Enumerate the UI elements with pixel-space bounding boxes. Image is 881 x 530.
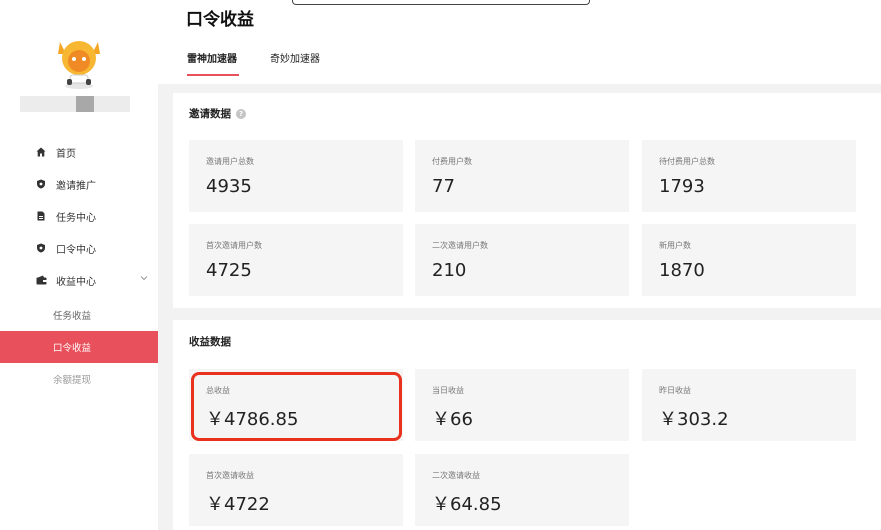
stat-card: 新用户数 1870 [642,224,856,296]
stat-value: ￥303.2 [659,409,729,430]
stat-card: 二次邀请收益 ￥64.85 [415,454,629,526]
username-redacted [20,96,130,112]
wallet-icon [34,273,48,287]
section-title-text: 邀请数据 [189,108,231,120]
avatar-mascot-icon [58,41,100,89]
sidebar-item-label: 邀请推广 [56,180,96,192]
sidebar-item-label: 口令中心 [56,244,96,256]
stat-value: ￥64.85 [432,494,502,515]
tab-qimiao[interactable]: 奇妙加速器 [270,50,320,65]
document-icon [34,209,48,223]
sidebar-item-label: 首页 [56,148,76,160]
stat-label: 当日收益 [432,386,464,395]
stat-label: 付费用户数 [432,157,472,166]
help-icon[interactable]: ? [236,108,246,119]
tab-leishen[interactable]: 雷神加速器 [187,50,237,65]
sidebar-subitem-label: 任务收益 [53,311,92,322]
stat-card: 邀请用户总数 4935 [189,140,403,212]
sidebar-subitem-withdraw[interactable]: 余额提现 [0,363,158,395]
sidebar-subitem-label: 余额提现 [53,375,92,386]
stat-label: 待付费用户总数 [659,157,715,166]
search-box-partial[interactable] [292,0,590,5]
section-title-text: 收益数据 [189,336,231,348]
section-title: 邀请数据 ? [189,106,246,121]
highlight-box [191,372,402,441]
stat-value: 77 [432,176,455,197]
sidebar-subitem-task-earnings[interactable]: 任务收益 [0,299,158,331]
sidebar-item-label: 收益中心 [56,276,96,288]
stat-value: 4935 [206,176,252,197]
sidebar-item-label: 任务中心 [56,212,96,224]
page-title: 口令收益 [186,10,254,30]
stat-card: 待付费用户总数 1793 [642,140,856,212]
avatar[interactable] [48,28,110,90]
header [158,0,881,84]
stat-card: 付费用户数 77 [415,140,629,212]
stat-card: 首次邀请用户数 4725 [189,224,403,296]
stat-card: 当日收益 ￥66 [415,369,629,441]
sidebar-subitem-label: 口令收益 [53,343,92,354]
stat-value: 210 [432,260,467,281]
stat-value: 1793 [659,176,705,197]
sidebar-item-tasks[interactable]: 任务中心 [0,200,158,232]
sidebar-item-password-center[interactable]: 口令中心 [0,232,158,264]
stat-label: 二次邀请用户数 [432,241,488,250]
sidebar-subitem-password-earnings[interactable]: 口令收益 [0,331,158,363]
section-title: 收益数据 [189,334,231,349]
stat-card: 二次邀请用户数 210 [415,224,629,296]
stat-label: 邀请用户总数 [206,157,254,166]
stat-card: 昨日收益 ￥303.2 [642,369,856,441]
sidebar: 首页 邀请推广 任务中心 口令中心 收益中心 任务收益 口令收益 余额提现 [0,0,158,530]
stat-value: ￥66 [432,409,473,430]
stat-label: 新用户数 [659,241,691,250]
stat-label: 首次邀请收益 [206,471,254,480]
home-icon [34,145,48,159]
stat-value: 4725 [206,260,252,281]
stat-label: 二次邀请收益 [432,471,480,480]
tab-active-indicator [187,74,239,76]
stat-label: 首次邀请用户数 [206,241,262,250]
sidebar-item-invite[interactable]: 邀请推广 [0,168,158,200]
sidebar-item-home[interactable]: 首页 [0,136,158,168]
sidebar-item-earnings[interactable]: 收益中心 [0,264,158,296]
stat-value: ￥4722 [206,494,270,515]
invite-section: 邀请数据 ? 邀请用户总数 4935 付费用户数 77 待付费用户总数 1793… [173,93,881,308]
stat-card: 首次邀请收益 ￥4722 [189,454,403,526]
stat-label: 昨日收益 [659,386,691,395]
stat-value: 1870 [659,260,705,281]
chevron-down-icon [140,274,148,285]
shield-icon [34,241,48,255]
shield-icon [34,177,48,191]
